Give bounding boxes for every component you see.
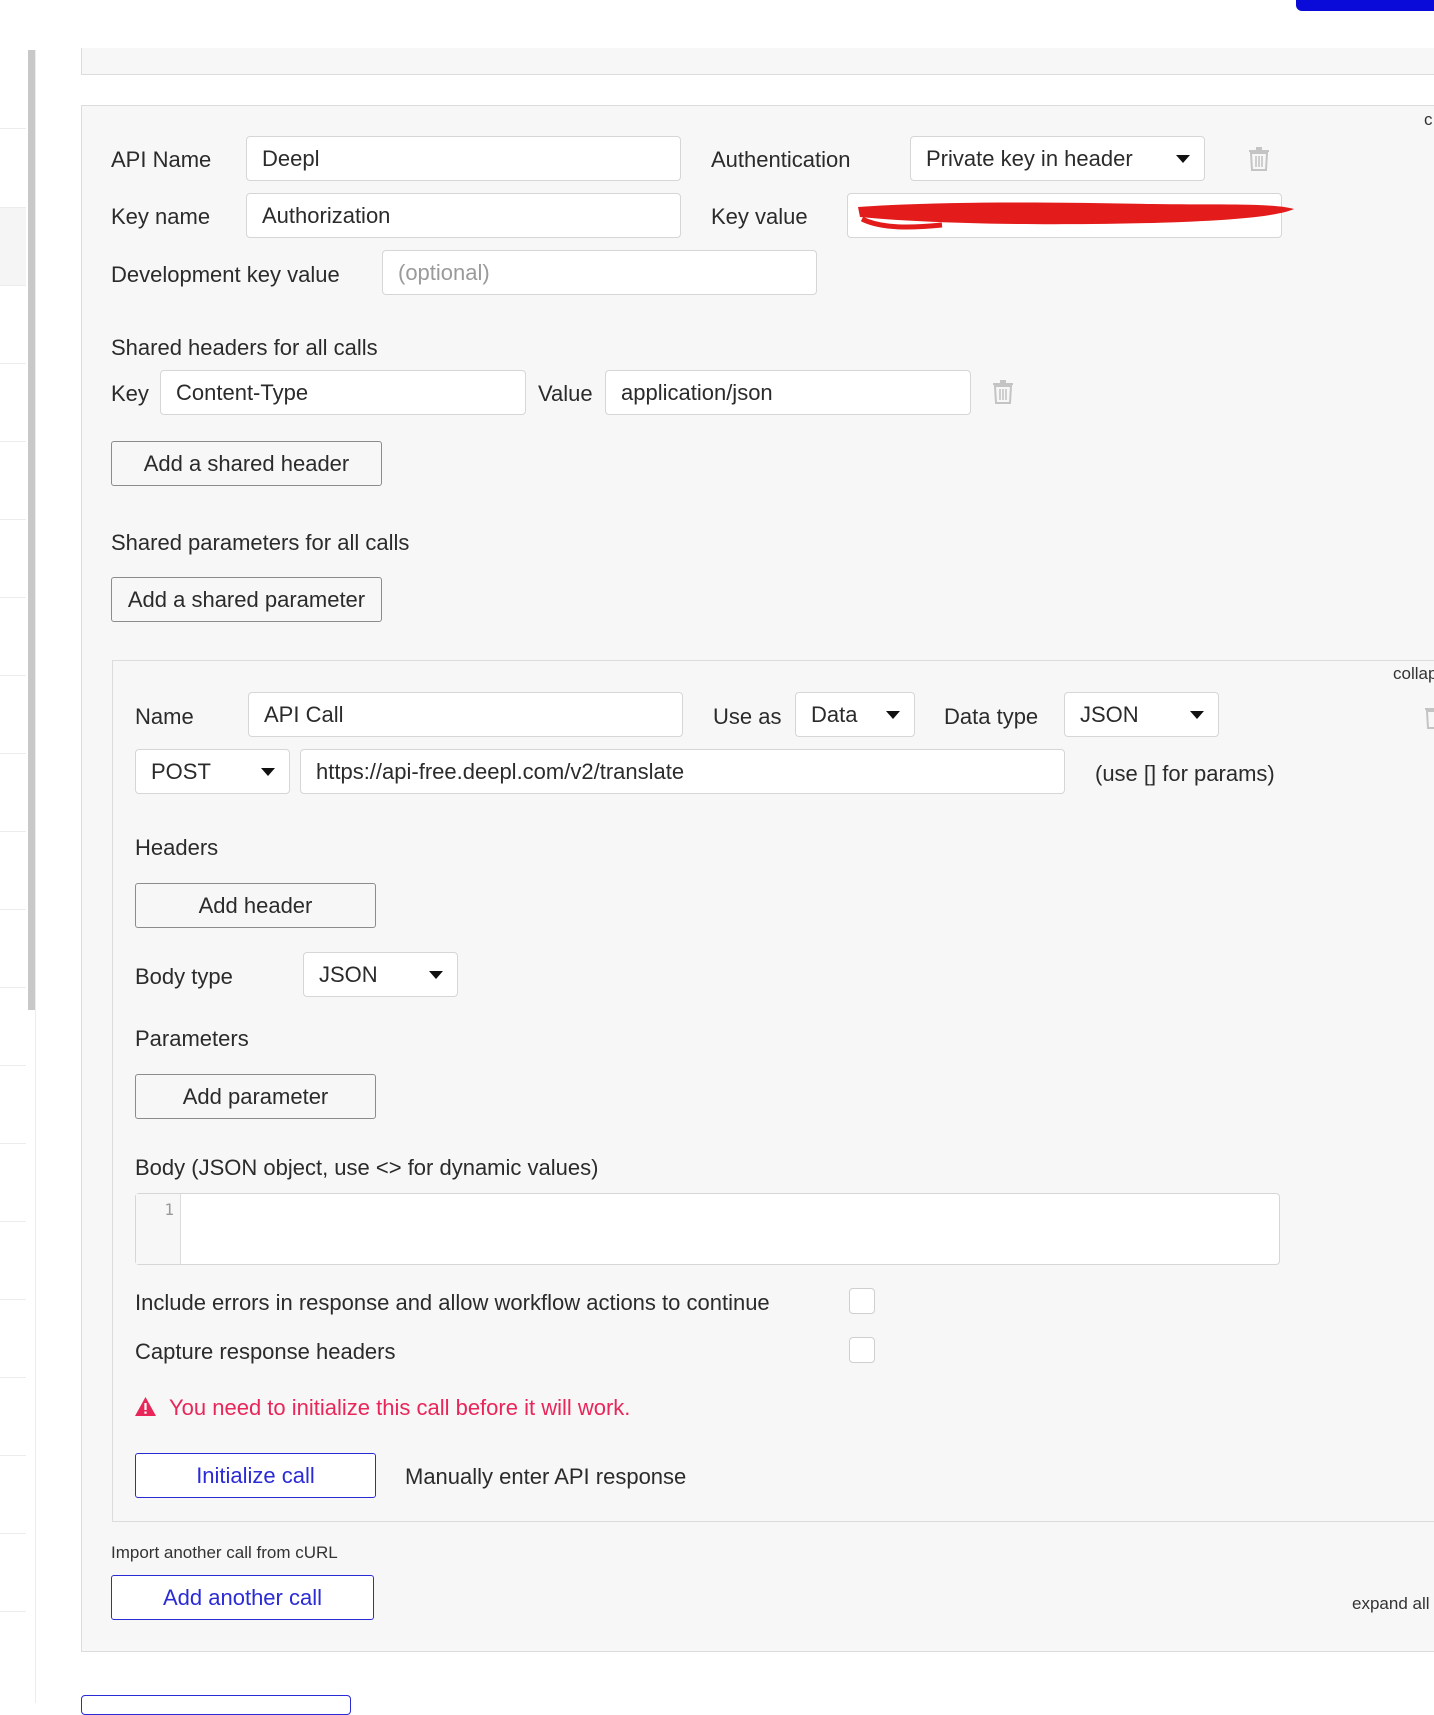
initialize-call-button[interactable]: Initialize call — [135, 1453, 376, 1498]
parameters-label: Parameters — [135, 1026, 249, 1051]
key-value-label: Key value — [711, 204, 808, 229]
headers-label: Headers — [135, 835, 219, 860]
body-type-value: JSON — [319, 962, 378, 987]
url-input[interactable]: https://api-free.deepl.com/v2/translate — [300, 749, 1065, 794]
sidebar-selected-item[interactable] — [0, 207, 26, 285]
add-another-call-button[interactable]: Add another call — [111, 1575, 374, 1620]
key-name-label: Key name — [111, 204, 211, 229]
data-type-value: JSON — [1080, 702, 1139, 727]
use-as-value: Data — [811, 702, 858, 727]
body-type-select[interactable]: JSON — [303, 952, 458, 997]
sidebar-divider — [0, 285, 26, 286]
import-curl-link[interactable]: Import another call from cURL — [111, 1543, 338, 1563]
sidebar-divider — [0, 519, 26, 520]
collapse-call-link[interactable]: collap — [1393, 664, 1434, 684]
authentication-select[interactable]: Private key in header — [910, 136, 1205, 181]
chevron-down-icon — [1190, 711, 1204, 719]
redaction-scribble — [858, 202, 1294, 230]
sidebar-divider — [0, 1611, 26, 1612]
body-code-editor[interactable]: 1 — [135, 1193, 1280, 1265]
bottom-button-partial[interactable] — [81, 1695, 351, 1715]
method-value: POST — [151, 759, 211, 784]
warning-icon — [135, 1397, 156, 1416]
chevron-down-icon — [261, 768, 275, 776]
warning-message: You need to initialize this call before … — [169, 1395, 631, 1420]
add-header-button[interactable]: Add header — [135, 883, 376, 928]
dev-key-label: Development key value — [111, 262, 340, 287]
shared-header-key-label: Key — [111, 381, 149, 406]
sidebar-divider — [0, 597, 26, 598]
add-parameter-button[interactable]: Add parameter — [135, 1074, 376, 1119]
sidebar-divider — [0, 1533, 26, 1534]
call-name-input[interactable]: API Call — [248, 692, 683, 737]
data-type-label: Data type — [944, 704, 1039, 729]
method-select[interactable]: POST — [135, 749, 290, 794]
chevron-down-icon — [1176, 155, 1190, 163]
api-name-input[interactable]: Deepl — [246, 136, 681, 181]
manual-response-link[interactable]: Manually enter API response — [405, 1464, 686, 1490]
trash-icon[interactable] — [1248, 147, 1270, 171]
left-sidebar — [0, 50, 35, 1703]
sidebar-divider — [0, 441, 26, 442]
sidebar-divider — [0, 831, 26, 832]
sidebar-divider — [0, 363, 26, 364]
line-number: 1 — [164, 1200, 174, 1219]
sidebar-divider — [0, 1299, 26, 1300]
sidebar-divider — [0, 909, 26, 910]
trash-icon[interactable] — [992, 380, 1014, 404]
sidebar-scrollbar[interactable] — [28, 50, 35, 1010]
top-action-button[interactable] — [1296, 0, 1434, 11]
data-type-select[interactable]: JSON — [1064, 692, 1219, 737]
key-name-input[interactable]: Authorization — [246, 193, 681, 238]
sidebar-border — [35, 50, 36, 1703]
shared-header-key-input[interactable]: Content-Type — [160, 370, 526, 415]
capture-headers-checkbox[interactable] — [849, 1337, 875, 1363]
expand-all-link[interactable]: expand all — [1352, 1594, 1430, 1614]
add-shared-header-button[interactable]: Add a shared header — [111, 441, 382, 486]
shared-header-value-input[interactable]: application/json — [605, 370, 971, 415]
sidebar-divider — [0, 753, 26, 754]
add-shared-parameter-button[interactable]: Add a shared parameter — [111, 577, 382, 622]
sidebar-divider — [0, 675, 26, 676]
call-name-label: Name — [135, 704, 194, 729]
include-errors-label: Include errors in response and allow wor… — [135, 1290, 770, 1315]
authentication-value: Private key in header — [926, 146, 1133, 171]
trash-icon[interactable] — [1424, 705, 1434, 729]
body-label: Body (JSON object, use <> for dynamic va… — [135, 1155, 599, 1180]
include-errors-checkbox[interactable] — [849, 1288, 875, 1314]
sidebar-divider — [0, 128, 26, 129]
sidebar-divider — [0, 1377, 26, 1378]
body-type-label: Body type — [135, 964, 233, 989]
previous-panel — [81, 48, 1434, 75]
editor-gutter: 1 — [136, 1194, 181, 1264]
dev-key-input[interactable]: (optional) — [382, 250, 817, 295]
sidebar-divider — [0, 987, 26, 988]
sidebar-divider — [0, 207, 26, 208]
api-name-label: API Name — [111, 147, 212, 172]
url-hint: (use [] for params) — [1095, 761, 1275, 786]
collapse-link[interactable]: c — [1424, 110, 1433, 130]
sidebar-divider — [0, 1065, 26, 1066]
authentication-label: Authentication — [711, 147, 851, 172]
shared-header-value-label: Value — [538, 381, 593, 406]
sidebar-divider — [0, 1143, 26, 1144]
sidebar-divider — [0, 1221, 26, 1222]
chevron-down-icon — [429, 971, 443, 979]
chevron-down-icon — [886, 711, 900, 719]
sidebar-divider — [0, 1455, 26, 1456]
shared-params-title: Shared parameters for all calls — [111, 530, 410, 555]
use-as-select[interactable]: Data — [795, 692, 915, 737]
shared-headers-title: Shared headers for all calls — [111, 335, 378, 360]
capture-headers-label: Capture response headers — [135, 1339, 396, 1364]
use-as-label: Use as — [713, 704, 782, 729]
